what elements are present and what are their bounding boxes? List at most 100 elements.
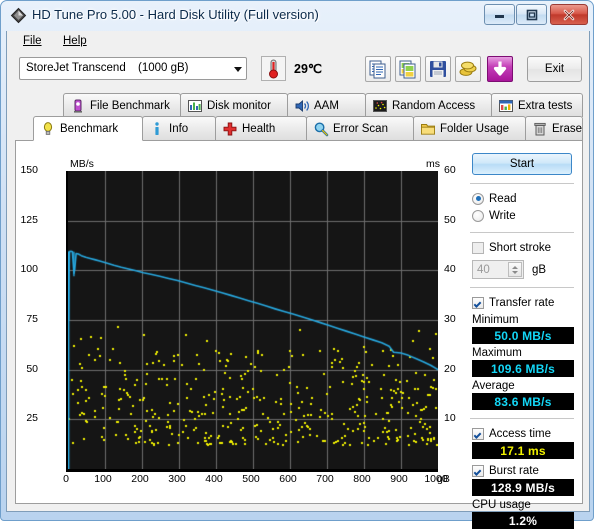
save-icon[interactable] xyxy=(425,56,451,82)
x-axis-tick: 200 xyxy=(131,473,149,485)
hdtune-diamond-icon xyxy=(10,7,27,24)
plot-area xyxy=(66,171,438,472)
window-title: HD Tune Pro 5.00 - Hard Disk Utility (Fu… xyxy=(32,7,319,22)
y-axis-tick: 25 xyxy=(26,412,38,425)
access-time-value: 17.1 ms xyxy=(472,442,574,459)
start-label: Start xyxy=(509,158,535,170)
cpu-usage-label: CPU usage xyxy=(472,499,531,511)
benchmark-chart: MB/s ms 25 50 75 100 125 150 10 20 30 40 50 60 0 100 2… xyxy=(20,158,455,485)
drive-name-label: StoreJet Transcend xyxy=(26,62,126,74)
y-axis-unit-label: MB/s xyxy=(70,158,94,170)
temperature-value: 29℃ xyxy=(294,62,322,76)
radio-write[interactable]: Write xyxy=(472,207,576,224)
start-button[interactable]: Start xyxy=(472,153,572,175)
maximum-value: 109.6 MB/s xyxy=(472,360,574,377)
tab-erase[interactable]: Erase xyxy=(525,116,583,140)
extra-tests-icon xyxy=(498,98,514,114)
close-icon xyxy=(551,5,587,24)
copy-image-icon[interactable] xyxy=(395,56,421,82)
minimize-icon xyxy=(485,5,514,24)
copy-text-icon[interactable] xyxy=(365,56,391,82)
aam-speaker-icon xyxy=(294,98,310,114)
x-axis-tick: 500 xyxy=(242,473,260,485)
close-button[interactable] xyxy=(550,4,588,25)
client-area: File Help StoreJet Transcend (1000 gB) 2… xyxy=(6,31,590,529)
tab-error-scan-label: Error Scan xyxy=(333,122,388,135)
spinner-buttons[interactable] xyxy=(508,262,522,277)
menu-bar: File Help xyxy=(7,31,589,52)
drive-capacity-label: (1000 gB) xyxy=(138,62,189,74)
divider-3 xyxy=(470,287,574,288)
random-access-icon xyxy=(372,98,388,114)
x-axis-tick: 800 xyxy=(353,473,371,485)
benchmark-bulb-icon xyxy=(40,121,56,137)
checkbox-burst-rate[interactable]: Burst rate xyxy=(472,462,576,479)
menu-item-help[interactable]: Help xyxy=(56,34,94,48)
checkbox-short-stroke-label: Short stroke xyxy=(489,241,551,254)
tab-disk-monitor-label: Disk monitor xyxy=(207,99,271,112)
health-cross-icon xyxy=(222,121,238,137)
disk-monitor-icon xyxy=(187,98,203,114)
maximum-label: Maximum xyxy=(472,347,522,359)
checkbox-access-time[interactable]: Access time xyxy=(472,425,576,442)
maximize-button[interactable] xyxy=(516,4,547,25)
short-stroke-value: 40 xyxy=(477,263,490,276)
drive-select-dropdown[interactable]: StoreJet Transcend (1000 gB) xyxy=(19,57,247,80)
benchmark-panel: MB/s ms 25 50 75 100 125 150 10 20 30 40 50 60 0 100 2… xyxy=(15,140,583,529)
checkbox-burst-rate-icon xyxy=(472,464,484,477)
menu-item-file[interactable]: File xyxy=(16,34,49,48)
folder-usage-icon xyxy=(420,121,436,137)
checkbox-burst-rate-label: Burst rate xyxy=(489,464,539,477)
exit-button[interactable]: Exit xyxy=(527,56,582,82)
tab-extra-tests[interactable]: Extra tests xyxy=(491,93,583,117)
app-window: HD Tune Pro 5.00 - Hard Disk Utility (Fu… xyxy=(0,0,594,529)
y-axis-tick: 75 xyxy=(26,313,38,325)
burst-rate-value: 128.9 MB/s xyxy=(472,479,574,496)
plot-canvas xyxy=(68,171,438,469)
x-axis-tick: 400 xyxy=(205,473,223,485)
tab-random-access[interactable]: Random Access xyxy=(365,93,492,117)
minimize-button[interactable] xyxy=(484,4,515,25)
tab-file-benchmark[interactable]: File Benchmark xyxy=(63,93,181,117)
radio-write-icon xyxy=(472,209,484,222)
minimum-label: Minimum xyxy=(472,314,519,326)
tab-folder-usage-label: Folder Usage xyxy=(440,122,510,135)
y2-axis-unit-label: ms xyxy=(426,158,440,170)
coins-icon[interactable] xyxy=(455,56,481,82)
download-icon[interactable] xyxy=(487,56,513,82)
radio-write-label: Write xyxy=(489,209,516,222)
checkbox-short-stroke[interactable]: Short stroke xyxy=(472,239,576,256)
x-axis-tick: 700 xyxy=(316,473,334,485)
tab-row-bottom: Benchmark Info Health Error Scan Folder … xyxy=(15,116,583,141)
tab-row-top: File Benchmark Disk monitor AAM Random A… xyxy=(15,93,583,117)
tab-error-scan[interactable]: Error Scan xyxy=(306,116,414,140)
tab-health[interactable]: Health xyxy=(215,116,307,140)
x-axis-unit-label: gB xyxy=(437,473,450,485)
control-column: Start Read Write Short stroke 40 gB Tran… xyxy=(468,151,576,529)
menu-file-label: File xyxy=(23,35,42,47)
radio-read[interactable]: Read xyxy=(472,190,576,207)
short-stroke-input[interactable]: 40 xyxy=(472,260,524,279)
x-axis-tick: 1000 xyxy=(424,473,448,485)
y-axis-tick: 100 xyxy=(20,263,38,276)
tab-random-access-label: Random Access xyxy=(392,99,476,112)
checkbox-transfer-rate-icon xyxy=(472,296,484,309)
tab-file-benchmark-label: File Benchmark xyxy=(90,99,170,112)
maximize-icon xyxy=(517,5,546,24)
tab-disk-monitor[interactable]: Disk monitor xyxy=(180,93,288,117)
tab-folder-usage[interactable]: Folder Usage xyxy=(413,116,526,140)
checkbox-transfer-rate-label: Transfer rate xyxy=(489,296,555,309)
average-label: Average xyxy=(472,380,515,392)
checkbox-transfer-rate[interactable]: Transfer rate xyxy=(472,294,576,311)
tab-benchmark-label: Benchmark xyxy=(60,122,119,135)
y-axis-tick: 150 xyxy=(20,164,38,176)
tab-benchmark[interactable]: Benchmark xyxy=(33,116,143,141)
checkbox-access-time-icon xyxy=(472,427,484,440)
tab-aam[interactable]: AAM xyxy=(287,93,366,117)
toolbar: StoreJet Transcend (1000 gB) 29℃ Exit xyxy=(7,52,589,91)
y-axis-tick: 125 xyxy=(20,213,38,226)
tab-info[interactable]: Info xyxy=(142,116,216,140)
x-axis-tick: 600 xyxy=(279,473,297,485)
radio-read-label: Read xyxy=(489,192,517,205)
tab-aam-label: AAM xyxy=(314,99,339,112)
